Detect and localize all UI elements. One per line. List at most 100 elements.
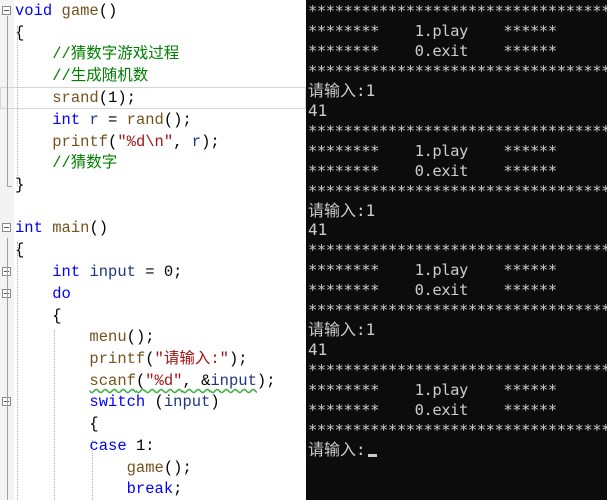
fold-region-line [7,16,8,186]
console-line: ******** 1.play ****** [308,260,557,280]
code-token: game [61,2,99,20]
code-token: int [15,219,43,237]
code-token: break [126,480,174,498]
console-line: **************************************** [308,360,607,380]
code-token: switch [89,393,146,411]
console-line: 41 [308,101,327,121]
code-line[interactable]: break; [0,478,306,500]
code-token: (); [126,328,155,346]
console-text: ******** 0.exit ****** [308,41,557,60]
code-token: rand [126,111,164,129]
console-line: **************************************** [308,240,607,260]
code-line[interactable]: //猜数字 [0,152,306,174]
code-token: input [89,263,136,281]
code-line[interactable]: void game() [0,0,306,22]
code-token: : [145,437,155,455]
code-token: int [52,111,81,129]
code-line[interactable]: menu(); [0,326,306,348]
code-line[interactable]: printf("%d\n", r); [0,131,306,153]
code-line[interactable]: switch (input) [0,391,306,413]
console-window[interactable]: ********************************* *******… [306,0,607,500]
console-input-value: 1 [365,80,376,100]
code-token: { [15,307,62,325]
code-token: = [98,111,127,129]
console-text: **************************************** [308,2,607,20]
code-line[interactable]: { [0,305,306,327]
code-token: ) [210,393,220,411]
console-line: **************************************** [308,181,607,201]
fold-region-line [7,238,8,500]
indent-guide [54,330,55,500]
code-token: ); [228,350,248,368]
console-line: ******** 1.play ****** [308,21,557,41]
code-token: 1 [135,437,146,455]
code-line[interactable]: } [0,174,306,196]
fold-toggle-icon[interactable] [2,6,11,15]
code-token: ( [98,89,109,107]
code-line[interactable]: int r = rand(); [0,109,306,131]
console-line: ******** 1.play ****** [308,380,557,400]
code-token: printf [89,350,146,368]
code-line[interactable] [0,196,306,218]
console-line: 请输入:1 [308,201,375,221]
code-token: case [89,437,127,455]
console-text: ******** 1.play ****** [308,261,557,280]
console-line: 41 [308,220,327,240]
code-token: (); [163,459,192,477]
console-line: **************************************** [308,420,607,440]
code-line[interactable]: case 1: [0,435,306,457]
indent-guide [17,26,18,186]
console-text: 41 [308,340,328,360]
code-token: ( [135,372,146,390]
console-text: ******** 0.exit ****** [308,281,557,300]
code-token: scanf [89,372,136,390]
code-line[interactable]: int main() [0,217,306,239]
code-token: ); [117,89,136,107]
code-token: game [126,459,164,477]
indent-guide [92,440,93,500]
console-line: 请输入: [308,440,377,460]
code-line[interactable]: int input = 0; [0,261,306,283]
code-line[interactable]: //生成随机数 [0,65,306,87]
console-text: 请输入: [308,439,366,459]
console-input-value: 1 [365,320,376,340]
console-text: 41 [308,220,328,240]
code-line[interactable]: { [0,239,306,261]
code-line[interactable]: do [0,283,306,305]
code-line[interactable]: game(); [0,457,306,479]
code-token: r [89,111,99,129]
code-token: input [163,393,211,411]
console-text: ******** 1.play ****** [308,141,557,160]
code-token: input [210,372,257,390]
fold-toggle-icon[interactable] [2,223,11,232]
code-token: main [52,219,90,237]
console-input-value: 1 [365,200,376,220]
code-token: " [163,133,174,151]
code-token: " [117,133,127,151]
code-token: ( [145,350,155,368]
code-line[interactable]: srand(1); [0,87,306,109]
code-line[interactable]: scanf("%d", &input); [0,370,306,392]
console-line: ******** 0.exit ****** [308,41,557,61]
code-line[interactable]: printf("请输入:"); [0,348,306,370]
console-line: **************************************** [308,61,607,81]
code-line[interactable]: { [0,413,306,435]
code-token: r [191,133,202,151]
code-line[interactable]: //猜数字游戏过程 [0,43,306,65]
console-line: ******** 0.exit ****** [308,280,557,300]
console-text: **************************************** [308,61,607,80]
code-token: ; [173,480,183,498]
console-text: **************************************** [308,241,607,260]
code-line[interactable]: { [0,22,306,44]
code-token: //猜数字 [15,154,118,172]
console-text: 请输入: [308,80,366,100]
console-text: ******** 0.exit ****** [308,161,557,180]
code-token: srand [52,89,99,107]
code-editor[interactable]: void game(){ //猜数字游戏过程 //生成随机数 srand(1);… [0,0,306,500]
code-token: //生成随机数 [15,67,149,85]
